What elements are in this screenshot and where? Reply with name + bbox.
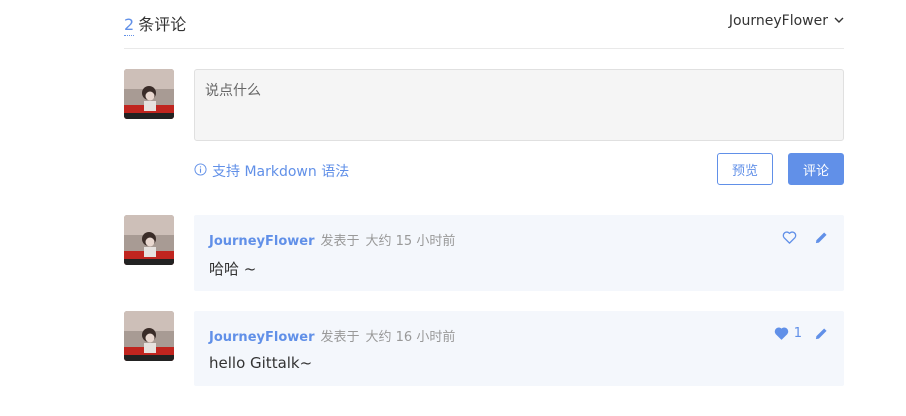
comment-time: 大约 16 小时前 bbox=[365, 330, 456, 345]
comment-actions bbox=[782, 230, 829, 245]
submit-comment-button[interactable]: 评论 bbox=[788, 153, 844, 185]
comment-verb: 发表于 bbox=[320, 234, 360, 249]
heart-filled-icon bbox=[774, 326, 789, 341]
pencil-icon bbox=[814, 230, 829, 245]
markdown-tip-link[interactable]: 支持 Markdown 语法 bbox=[194, 161, 349, 181]
edit-button[interactable] bbox=[814, 230, 829, 245]
editor-placeholder: 说点什么 bbox=[205, 83, 261, 99]
comment-verb: 发表于 bbox=[320, 330, 360, 345]
like-button[interactable]: 1 bbox=[774, 326, 802, 341]
comment-count: 2 条评论 bbox=[124, 11, 187, 36]
like-count: 1 bbox=[793, 326, 802, 341]
comment-time: 大约 15 小时前 bbox=[365, 234, 456, 249]
edit-button[interactable] bbox=[814, 326, 829, 341]
comment-count-number[interactable]: 2 bbox=[124, 15, 135, 36]
user-menu[interactable]: JourneyFlower bbox=[729, 13, 844, 29]
comment-author-link[interactable]: JourneyFlower bbox=[209, 330, 315, 345]
comment-count-label: 条评论 bbox=[138, 15, 187, 34]
chevron-down-icon bbox=[834, 13, 844, 29]
comment-body: 哈哈 ~ bbox=[209, 260, 257, 278]
comment-header: JourneyFlower 发表于 大约 15 小时前 bbox=[209, 230, 455, 249]
comment-item: JourneyFlower 发表于 大约 16 小时前 1 hello Gittal… bbox=[194, 311, 844, 386]
user-menu-name: JourneyFlower bbox=[728, 13, 828, 29]
comments-header: 2 条评论 JourneyFlower bbox=[124, 0, 844, 49]
comment-actions: 1 bbox=[774, 326, 829, 341]
info-icon bbox=[194, 162, 207, 180]
heart-outline-icon bbox=[782, 230, 797, 245]
markdown-tip-text: 支持 Markdown 语法 bbox=[212, 164, 350, 180]
comment-avatar[interactable] bbox=[124, 215, 174, 265]
like-button[interactable] bbox=[782, 230, 802, 245]
comment-header: JourneyFlower 发表于 大约 16 小时前 bbox=[209, 326, 455, 345]
comment-avatar[interactable] bbox=[124, 311, 174, 361]
comment-author-link[interactable]: JourneyFlower bbox=[209, 234, 315, 249]
preview-button[interactable]: 预览 bbox=[717, 153, 773, 185]
comment-body: hello Gittalk~ bbox=[209, 354, 313, 372]
current-user-avatar[interactable] bbox=[124, 69, 174, 119]
pencil-icon bbox=[814, 326, 829, 341]
comment-item: JourneyFlower 发表于 大约 15 小时前 哈哈 ~ bbox=[194, 215, 844, 291]
comment-editor[interactable]: 说点什么 bbox=[194, 69, 844, 141]
